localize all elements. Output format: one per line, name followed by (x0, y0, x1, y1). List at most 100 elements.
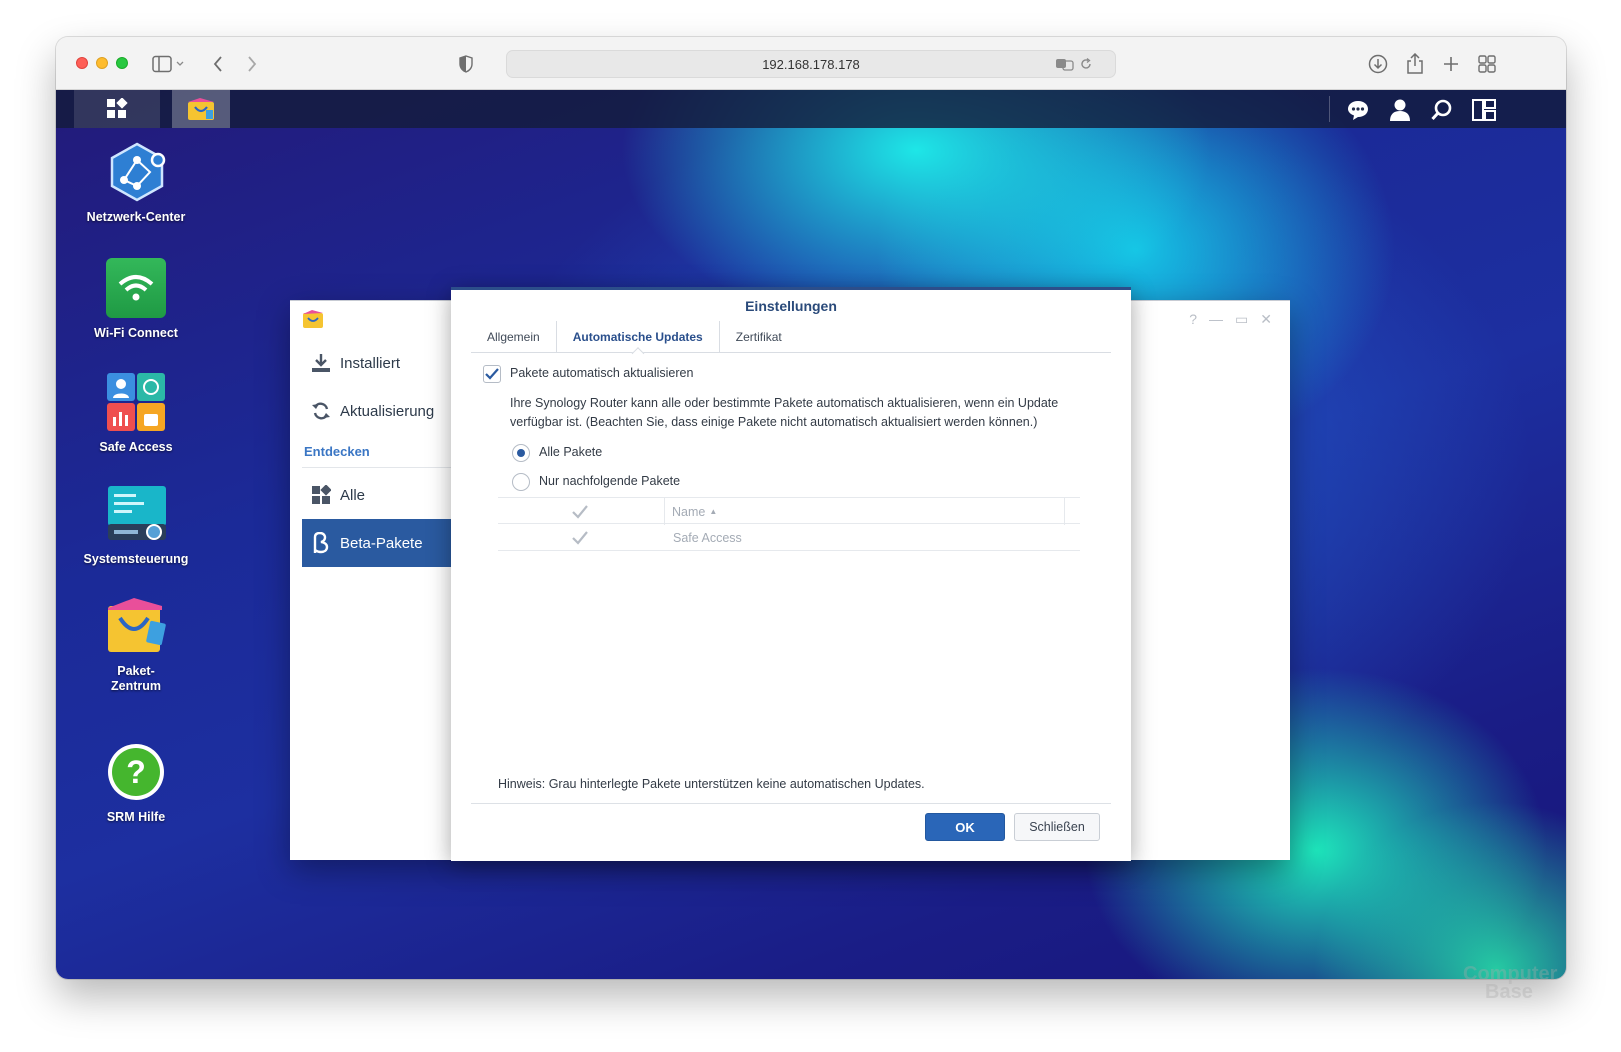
ok-button[interactable]: OK (925, 813, 1005, 841)
notifications-icon[interactable] (1344, 96, 1372, 124)
maximize-window-icon[interactable]: ▭ (1235, 311, 1248, 328)
radio-all-packages-label: Alle Pakete (539, 445, 603, 459)
wifi-connect-icon (106, 258, 166, 318)
grid-column-separator (664, 498, 665, 525)
column-header-label: Name (672, 504, 706, 519)
address-url: 192.168.178.178 (762, 57, 860, 72)
share-icon[interactable] (1403, 53, 1427, 75)
settings-dialog: Einstellungen Allgemein Automatische Upd… (451, 287, 1131, 861)
refresh-icon (310, 400, 332, 422)
new-tab-icon[interactable] (1439, 53, 1463, 75)
desktop-icon-package-center[interactable]: Paket- Zentrum (76, 596, 196, 694)
row-checkbox[interactable] (572, 524, 588, 551)
privacy-shield-icon[interactable] (456, 53, 476, 75)
row-package-name: Safe Access (673, 530, 742, 545)
desktop-icon-network-center[interactable]: Netzwerk-Center (76, 142, 196, 225)
header-select-all-checkbox[interactable] (572, 498, 588, 525)
beta-icon (310, 532, 332, 554)
desktop-icon-label: Paket- Zentrum (111, 664, 161, 693)
sidebar-item-label: Alle (340, 486, 366, 504)
desktop-icon-wifi-connect[interactable]: Wi-Fi Connect (76, 258, 196, 341)
forward-icon[interactable] (242, 53, 262, 75)
dialog-tabs: Allgemein Automatische Updates Zertifika… (471, 321, 1111, 353)
sidebar-item-label: Aktualisierung (340, 402, 435, 420)
hint-text: Hinweis: Grau hinterlegte Pakete unterst… (498, 777, 925, 791)
radio-selected-packages-label: Nur nachfolgende Pakete (539, 474, 681, 488)
translate-icon[interactable] (1055, 57, 1075, 76)
desktop-icon-label: Wi-Fi Connect (94, 326, 178, 340)
taskbar (56, 90, 1566, 128)
widgets-icon[interactable] (1470, 96, 1498, 124)
checkmark-icon (485, 368, 499, 380)
sidebar-item-all[interactable]: Alle (302, 471, 452, 519)
address-bar[interactable]: 192.168.178.178 (506, 50, 1116, 78)
taskbar-separator (1329, 96, 1330, 122)
desktop-icon-label: SRM Hilfe (106, 810, 166, 824)
sidebar-item-update[interactable]: Aktualisierung (302, 387, 452, 435)
package-center-icon (188, 98, 214, 120)
window-controls: ? — ▭ ✕ (1189, 311, 1272, 328)
browser-toolbar: 192.168.178.178 (56, 37, 1566, 90)
main-menu-button[interactable] (74, 90, 160, 128)
package-center-desktop-icon (106, 596, 166, 656)
sidebar-divider (302, 467, 452, 468)
tab-general[interactable]: Allgemein (471, 321, 556, 353)
svg-text:?: ? (126, 754, 146, 790)
checkmark-icon (572, 504, 588, 519)
computerbase-watermark: Computer Base (1463, 964, 1557, 1003)
auto-update-label: Pakete automatisch aktualisieren (510, 366, 694, 380)
help-icon: ? (106, 742, 166, 802)
minimize-window-icon[interactable]: — (1209, 311, 1223, 328)
download-icon (310, 352, 332, 374)
column-header-name[interactable]: Name ▲ (672, 498, 717, 525)
dialog-title: Einstellungen (745, 298, 837, 314)
close-window-button[interactable] (76, 57, 88, 69)
tab-automatic-updates[interactable]: Automatische Updates (555, 321, 719, 353)
sidebar-item-label: Installiert (340, 354, 401, 372)
grid-header-row: Name ▲ (498, 497, 1080, 525)
sort-ascending-icon: ▲ (709, 507, 718, 516)
tab-overview-icon[interactable] (1475, 53, 1499, 75)
close-button[interactable]: Schließen (1014, 813, 1100, 841)
main-menu-icon (107, 98, 128, 118)
downloads-icon[interactable] (1366, 53, 1390, 75)
radio-selected-dot (517, 449, 525, 457)
description-line-1: Ihre Synology Router kann alle oder best… (510, 396, 1059, 410)
taskbar-package-center-button[interactable] (172, 90, 230, 128)
package-grid: Name ▲ Safe Access (498, 497, 1080, 553)
description-line-2: verfügbar ist. (Beachten Sie, dass einig… (510, 415, 1038, 429)
safe-access-icon (106, 372, 166, 432)
radio-selected-packages[interactable] (512, 473, 530, 491)
desktop-icon-control-panel[interactable]: Systemsteuerung (76, 484, 196, 567)
control-panel-icon (106, 484, 166, 544)
sidebar-toggle-icon[interactable] (149, 53, 189, 75)
desktop-icon-srm-help[interactable]: ? SRM Hilfe (76, 742, 196, 825)
minimize-window-button[interactable] (96, 57, 108, 69)
desktop-icon-label: Systemsteuerung (83, 552, 189, 566)
grid-icon (310, 484, 332, 506)
watermark-line-2: Base (1485, 981, 1533, 1003)
network-center-icon (106, 142, 166, 202)
dialog-footer-divider (471, 803, 1111, 804)
zoom-window-button[interactable] (116, 57, 128, 69)
search-icon[interactable] (1428, 96, 1456, 124)
help-window-icon[interactable]: ? (1189, 311, 1197, 328)
sidebar-item-installed[interactable]: Installiert (302, 339, 452, 387)
radio-all-packages[interactable] (512, 444, 530, 462)
package-center-sidebar: Installiert Aktualisierung Entdecken All… (290, 301, 452, 860)
table-row[interactable]: Safe Access (498, 524, 1080, 551)
back-icon[interactable] (208, 53, 228, 75)
tab-certificate[interactable]: Zertifikat (718, 321, 798, 353)
close-window-icon[interactable]: ✕ (1260, 311, 1272, 328)
srm-desktop: Netzwerk-Center Wi-Fi Connect Safe Acces… (56, 90, 1566, 979)
browser-window: 192.168.178.178 Netzwerk-Center Wi-Fi Co… (56, 37, 1566, 979)
sidebar-item-label: Beta-Pakete (340, 534, 423, 552)
user-icon[interactable] (1386, 96, 1414, 124)
grid-column-separator (1064, 498, 1065, 525)
package-center-logo-icon (302, 309, 324, 329)
desktop-icon-safe-access[interactable]: Safe Access (76, 372, 196, 455)
sidebar-item-beta[interactable]: Beta-Pakete (302, 519, 452, 567)
reload-icon[interactable] (1079, 57, 1093, 76)
desktop-icon-label: Safe Access (99, 440, 173, 454)
auto-update-checkbox[interactable] (483, 365, 501, 383)
